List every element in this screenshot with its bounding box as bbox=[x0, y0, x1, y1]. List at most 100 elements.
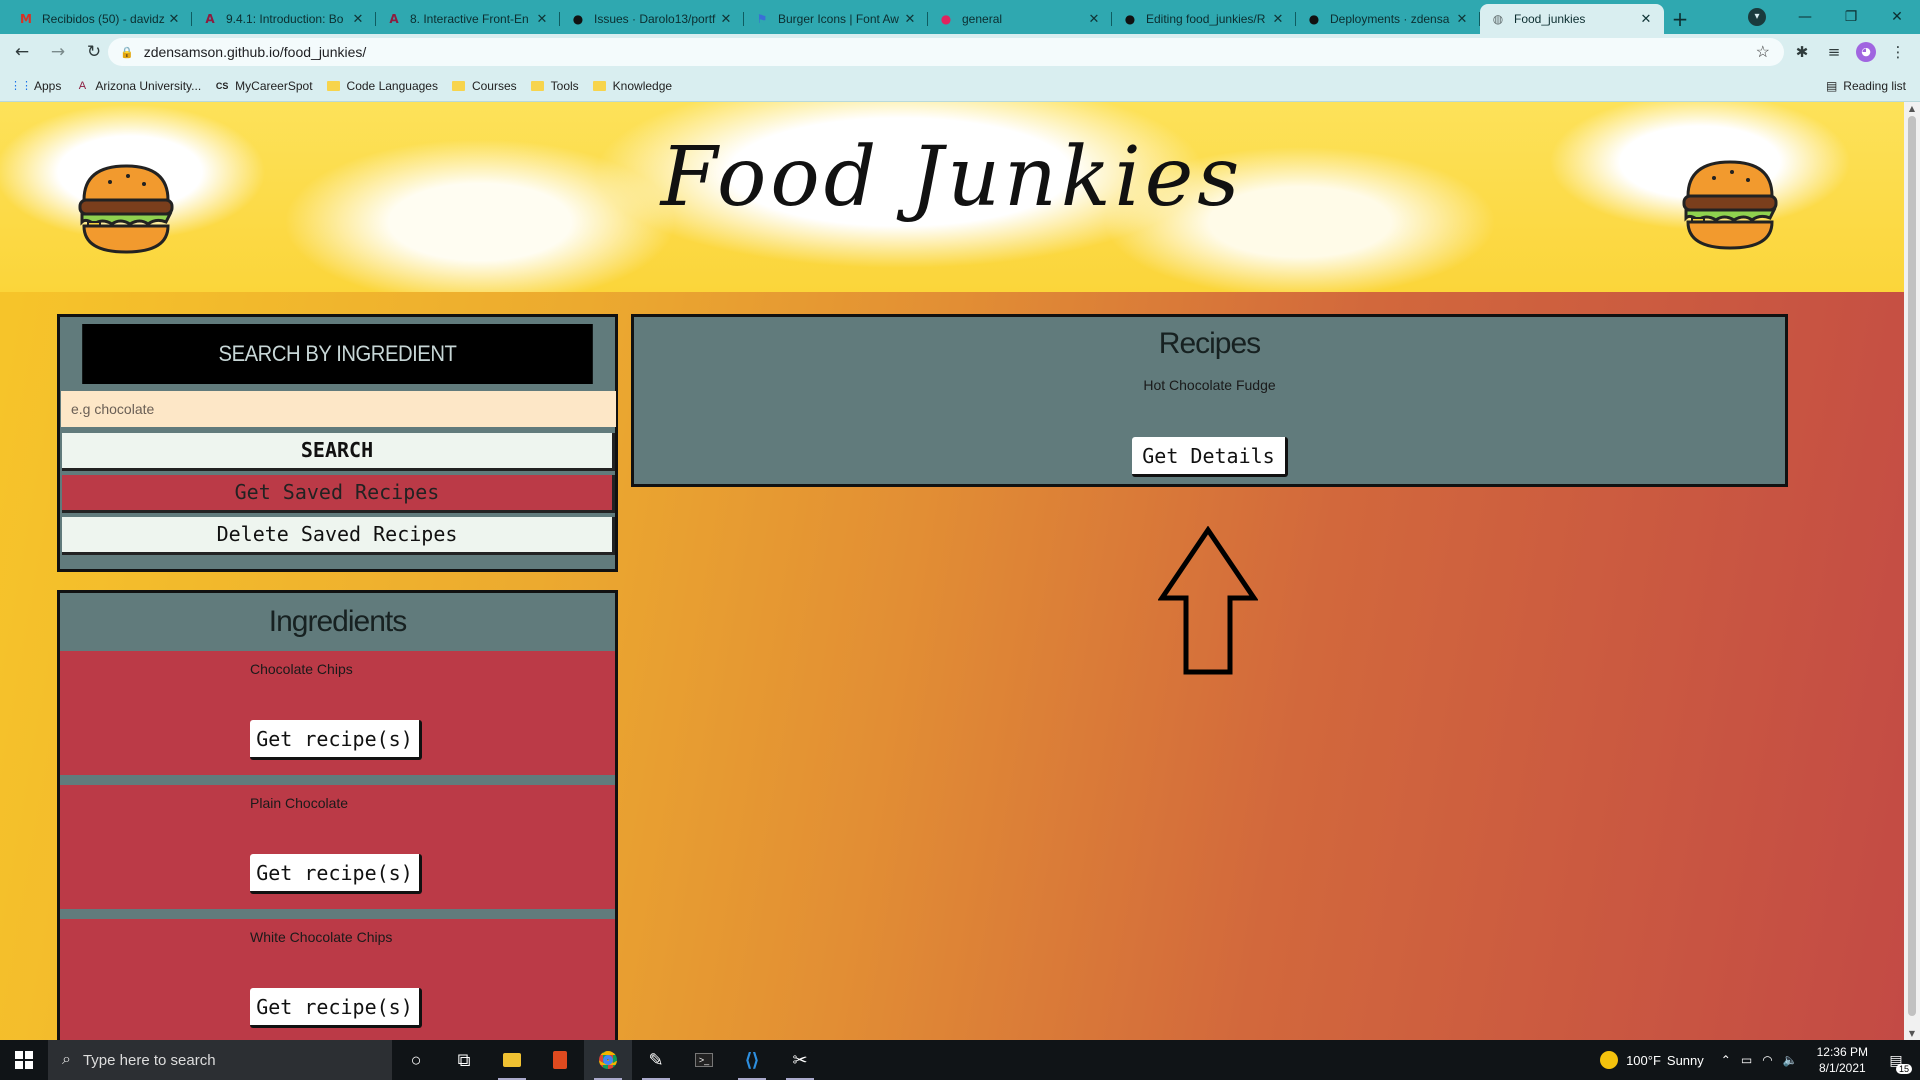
bookmark-label: Code Languages bbox=[346, 78, 438, 93]
tray-chevron-icon[interactable]: ⌃ bbox=[1721, 1053, 1731, 1067]
tab-close-icon[interactable]: ✕ bbox=[1454, 12, 1470, 27]
search-panel: SEARCH BY INGREDIENT SEARCH Get Saved Re… bbox=[57, 314, 618, 572]
get-recipes-button[interactable]: Get recipe(s) bbox=[250, 988, 422, 1028]
search-icon: ⌕ bbox=[62, 1051, 71, 1068]
bookmark-label: Tools bbox=[550, 78, 579, 93]
ingredient-name: White Chocolate Chips bbox=[250, 929, 393, 945]
bookmark-item[interactable]: Tools bbox=[530, 78, 579, 93]
get-saved-recipes-button[interactable]: Get Saved Recipes bbox=[62, 475, 615, 513]
tab-close-icon[interactable]: ✕ bbox=[350, 12, 366, 27]
notification-badge: 15 bbox=[1895, 1064, 1912, 1074]
lock-icon[interactable]: 🔒 bbox=[120, 46, 134, 59]
extensions-icon[interactable]: ✱ bbox=[1788, 38, 1816, 66]
reading-list-button[interactable]: ▤ Reading list bbox=[1826, 79, 1906, 93]
bookmark-item[interactable]: ⋮⋮ Apps bbox=[10, 79, 61, 93]
clock[interactable]: 12:36 PM 8/1/2021 bbox=[1817, 1044, 1868, 1076]
browser-tab[interactable]: ◍ Food_junkies ✕ bbox=[1480, 4, 1664, 34]
tab-label: Editing food_junkies/R bbox=[1146, 12, 1266, 26]
recipe-name: Hot Chocolate Fudge bbox=[1143, 377, 1276, 393]
tab-close-icon[interactable]: ✕ bbox=[718, 12, 734, 27]
bookmark-label: MyCareerSpot bbox=[235, 78, 313, 93]
tab-close-icon[interactable]: ✕ bbox=[534, 12, 550, 27]
scroll-up-icon[interactable]: ▲ bbox=[1904, 104, 1920, 113]
weather-temp[interactable]: 100°F bbox=[1626, 1053, 1661, 1068]
ingredient-item: Plain Chocolate Get recipe(s) bbox=[60, 785, 615, 909]
weather-text[interactable]: Sunny bbox=[1667, 1053, 1704, 1068]
bookmark-item[interactable]: CS MyCareerSpot bbox=[215, 78, 313, 93]
office-icon[interactable] bbox=[536, 1040, 584, 1080]
ingredient-search-input[interactable] bbox=[61, 391, 616, 427]
bookmark-list: ⋮⋮ Apps A Arizona University... CS MyCareerSp… bbox=[0, 79, 672, 93]
windows-logo-icon bbox=[15, 1051, 33, 1069]
profile-avatar[interactable]: ◕ bbox=[1852, 38, 1880, 66]
tab-label: Issues · Darolo13/portf bbox=[594, 12, 716, 26]
folder-icon bbox=[451, 80, 465, 91]
vscode-icon[interactable]: ⟨⟩ bbox=[728, 1040, 776, 1080]
back-icon[interactable]: ← bbox=[8, 38, 36, 66]
tab-close-icon[interactable]: ✕ bbox=[1638, 12, 1654, 27]
tab-close-icon[interactable]: ✕ bbox=[166, 12, 182, 27]
notification-center-icon[interactable]: ▤ 15 bbox=[1882, 1046, 1912, 1074]
chrome-icon[interactable] bbox=[584, 1040, 632, 1080]
browser-tab[interactable]: ● general ✕ bbox=[928, 4, 1112, 34]
tab-label: Food_junkies bbox=[1514, 12, 1586, 26]
scroll-down-icon[interactable]: ▼ bbox=[1904, 1029, 1920, 1038]
start-button[interactable] bbox=[0, 1040, 48, 1080]
tab-search-icon[interactable]: ▾ bbox=[1748, 8, 1766, 26]
browser-toolbar: ← → ↻ 🔒 zdensamson.github.io/food_junkie… bbox=[0, 34, 1920, 70]
menu-kebab-icon[interactable]: ⋮ bbox=[1884, 38, 1912, 66]
search-button[interactable]: SEARCH bbox=[62, 433, 615, 471]
globe-icon: ◍ bbox=[1492, 12, 1504, 26]
browser-tab[interactable]: ● Editing food_junkies/R ✕ bbox=[1112, 4, 1296, 34]
recipes-heading: Recipes bbox=[1158, 327, 1261, 360]
address-bar[interactable]: 🔒 zdensamson.github.io/food_junkies/ ☆ bbox=[108, 38, 1784, 66]
task-view-icon[interactable]: ⧉ bbox=[440, 1040, 488, 1080]
taskbar-search-box[interactable]: ⌕ Type here to search bbox=[48, 1040, 392, 1080]
header-banner: Food Junkies bbox=[0, 102, 1904, 292]
tab-close-icon[interactable]: ✕ bbox=[902, 12, 918, 27]
tab-close-icon[interactable]: ✕ bbox=[1270, 12, 1286, 27]
close-window-icon[interactable]: ✕ bbox=[1874, 9, 1920, 25]
tab-label: 9.4.1: Introduction: Bo bbox=[226, 12, 344, 26]
restore-icon[interactable]: ❐ bbox=[1828, 9, 1874, 25]
get-details-button[interactable]: Get Details bbox=[1132, 437, 1288, 477]
minimize-icon[interactable]: — bbox=[1782, 9, 1828, 25]
delete-saved-recipes-button[interactable]: Delete Saved Recipes bbox=[62, 517, 615, 555]
bookmark-item[interactable]: Code Languages bbox=[326, 78, 438, 93]
media-queue-icon[interactable]: ≡ bbox=[1820, 38, 1848, 66]
browser-tab[interactable]: ⚑ Burger Icons | Font Aw ✕ bbox=[744, 4, 928, 34]
scrollbar-thumb[interactable] bbox=[1908, 116, 1916, 1016]
browser-tab[interactable]: ● Deployments · zdensa ✕ bbox=[1296, 4, 1480, 34]
bookmark-item[interactable]: Knowledge bbox=[592, 79, 672, 93]
get-recipes-button[interactable]: Get recipe(s) bbox=[250, 854, 422, 894]
terminal-icon[interactable]: >_ bbox=[680, 1040, 728, 1080]
paint-icon[interactable]: ✎ bbox=[632, 1040, 680, 1080]
file-explorer-icon[interactable] bbox=[488, 1040, 536, 1080]
forward-icon[interactable]: → bbox=[44, 38, 72, 66]
window-controls: — ❐ ✕ bbox=[1782, 0, 1920, 34]
bookmark-star-icon[interactable]: ☆ bbox=[1756, 42, 1770, 62]
new-tab-button[interactable]: + bbox=[1664, 4, 1696, 34]
reading-list-icon: ▤ bbox=[1825, 78, 1838, 93]
wifi-icon[interactable]: ◠ bbox=[1762, 1053, 1772, 1067]
meet-now-icon[interactable]: ▭ bbox=[1741, 1053, 1752, 1067]
volume-icon[interactable]: 🔈 bbox=[1783, 1053, 1798, 1067]
github-icon: ● bbox=[1124, 12, 1136, 26]
bookmark-item[interactable]: Courses bbox=[451, 79, 517, 93]
ingredient-item: White Chocolate Chips Get recipe(s) bbox=[60, 919, 615, 1040]
browser-tab[interactable]: A 9.4.1: Introduction: Bo ✕ bbox=[192, 4, 376, 34]
weather-sun-icon[interactable] bbox=[1600, 1051, 1619, 1069]
get-recipes-button[interactable]: Get recipe(s) bbox=[250, 720, 422, 760]
bookmark-item[interactable]: A Arizona University... bbox=[75, 79, 201, 93]
browser-tab[interactable]: M Recibidos (50) - davidz ✕ bbox=[8, 4, 192, 34]
snipping-tool-icon[interactable]: ✂ bbox=[776, 1040, 824, 1080]
tab-close-icon[interactable]: ✕ bbox=[1086, 12, 1102, 27]
browser-tab[interactable]: ● Issues · Darolo13/portf ✕ bbox=[560, 4, 744, 34]
page-scrollbar[interactable]: ▲ ▼ bbox=[1904, 102, 1920, 1040]
taskbar-search-placeholder: Type here to search bbox=[82, 1051, 216, 1069]
cortana-icon[interactable]: ○ bbox=[392, 1040, 440, 1080]
folder-icon bbox=[592, 80, 606, 91]
browser-tab[interactable]: A 8. Interactive Front-En ✕ bbox=[376, 4, 560, 34]
ingredient-item: Chocolate Chips Get recipe(s) bbox=[60, 651, 615, 775]
reload-icon[interactable]: ↻ bbox=[80, 38, 108, 66]
